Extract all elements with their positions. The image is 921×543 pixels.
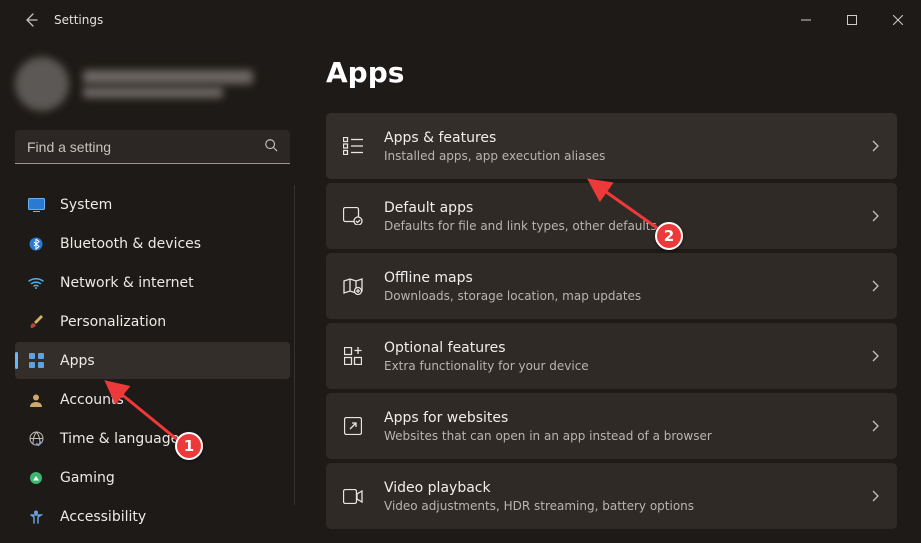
list-icon	[340, 137, 366, 155]
grid-icon	[27, 353, 45, 368]
sidebar-item-label: Accessibility	[60, 509, 146, 525]
card-apps-for-websites[interactable]: Apps for websites Websites that can open…	[326, 393, 897, 459]
card-list: Apps & features Installed apps, app exec…	[326, 113, 897, 529]
sidebar-item-label: Accounts	[60, 392, 124, 408]
search-icon	[264, 137, 278, 156]
chevron-right-icon	[871, 417, 879, 436]
sidebar-item-apps[interactable]: Apps	[15, 342, 290, 379]
sidebar-item-bluetooth[interactable]: Bluetooth & devices	[15, 225, 290, 262]
arrow-left-icon	[23, 12, 39, 28]
bluetooth-icon	[27, 237, 45, 251]
brush-icon	[27, 314, 45, 329]
card-title: Default apps	[384, 200, 853, 216]
sidebar-item-label: Network & internet	[60, 275, 194, 291]
map-icon	[340, 277, 366, 295]
annotation-badge-1: 1	[175, 432, 203, 460]
annotation-badge-2: 2	[655, 222, 683, 250]
card-title: Apps & features	[384, 130, 853, 146]
person-icon	[27, 393, 45, 407]
chevron-right-icon	[871, 277, 879, 296]
globe-icon	[27, 431, 45, 446]
window-link-icon	[340, 417, 366, 435]
avatar	[15, 57, 69, 111]
chevron-right-icon	[871, 347, 879, 366]
display-icon	[27, 198, 45, 212]
card-video-playback[interactable]: Video playback Video adjustments, HDR st…	[326, 463, 897, 529]
main-panel: Apps Apps & features Installed apps, app…	[298, 40, 921, 543]
sidebar-item-personalization[interactable]: Personalization	[15, 303, 290, 340]
chevron-right-icon	[871, 487, 879, 506]
wifi-icon	[27, 277, 45, 289]
maximize-button[interactable]	[829, 0, 875, 40]
sidebar-item-label: Gaming	[60, 470, 115, 486]
sidebar-item-label: Bluetooth & devices	[60, 236, 201, 252]
card-subtitle: Defaults for file and link types, other …	[384, 219, 853, 233]
profile-name-block	[83, 70, 253, 98]
close-button[interactable]	[875, 0, 921, 40]
sidebar-item-label: Personalization	[60, 314, 166, 330]
maximize-icon	[847, 15, 857, 25]
card-title: Video playback	[384, 480, 853, 496]
back-button[interactable]	[12, 0, 50, 40]
profile-header[interactable]	[15, 56, 290, 112]
sidebar-item-label: Apps	[60, 353, 95, 369]
sidebar-item-accounts[interactable]: Accounts	[15, 381, 290, 418]
chevron-right-icon	[871, 207, 879, 226]
close-icon	[893, 15, 903, 25]
sidebar: System Bluetooth & devices Network & int…	[0, 40, 298, 543]
sidebar-item-label: Time & language	[60, 431, 179, 447]
card-title: Apps for websites	[384, 410, 853, 426]
card-optional-features[interactable]: Optional features Extra functionality fo…	[326, 323, 897, 389]
card-apps-and-features[interactable]: Apps & features Installed apps, app exec…	[326, 113, 897, 179]
plus-grid-icon	[340, 347, 366, 365]
gamepad-icon	[27, 472, 45, 484]
nav-list: System Bluetooth & devices Network & int…	[15, 186, 290, 535]
card-subtitle: Video adjustments, HDR streaming, batter…	[384, 499, 853, 513]
card-offline-maps[interactable]: Offline maps Downloads, storage location…	[326, 253, 897, 319]
sidebar-item-system[interactable]: System	[15, 186, 290, 223]
video-icon	[340, 489, 366, 504]
search-field[interactable]	[27, 139, 264, 155]
card-subtitle: Extra functionality for your device	[384, 359, 853, 373]
minimize-button[interactable]	[783, 0, 829, 40]
chevron-right-icon	[871, 137, 879, 156]
card-title: Optional features	[384, 340, 853, 356]
sidebar-item-gaming[interactable]: Gaming	[15, 459, 290, 496]
card-subtitle: Websites that can open in an app instead…	[384, 429, 853, 443]
page-title: Apps	[326, 56, 897, 89]
titlebar: Settings	[0, 0, 921, 40]
window-title: Settings	[54, 13, 103, 27]
default-apps-icon	[340, 207, 366, 225]
card-default-apps[interactable]: Default apps Defaults for file and link …	[326, 183, 897, 249]
card-title: Offline maps	[384, 270, 853, 286]
sidebar-item-accessibility[interactable]: Accessibility	[15, 498, 290, 535]
card-subtitle: Installed apps, app execution aliases	[384, 149, 853, 163]
sidebar-item-network[interactable]: Network & internet	[15, 264, 290, 301]
sidebar-item-time-language[interactable]: Time & language	[15, 420, 290, 457]
minimize-icon	[801, 15, 811, 25]
search-input[interactable]	[15, 130, 290, 164]
accessibility-icon	[27, 510, 45, 524]
window-controls	[783, 0, 921, 40]
sidebar-item-label: System	[60, 197, 112, 213]
card-subtitle: Downloads, storage location, map updates	[384, 289, 853, 303]
